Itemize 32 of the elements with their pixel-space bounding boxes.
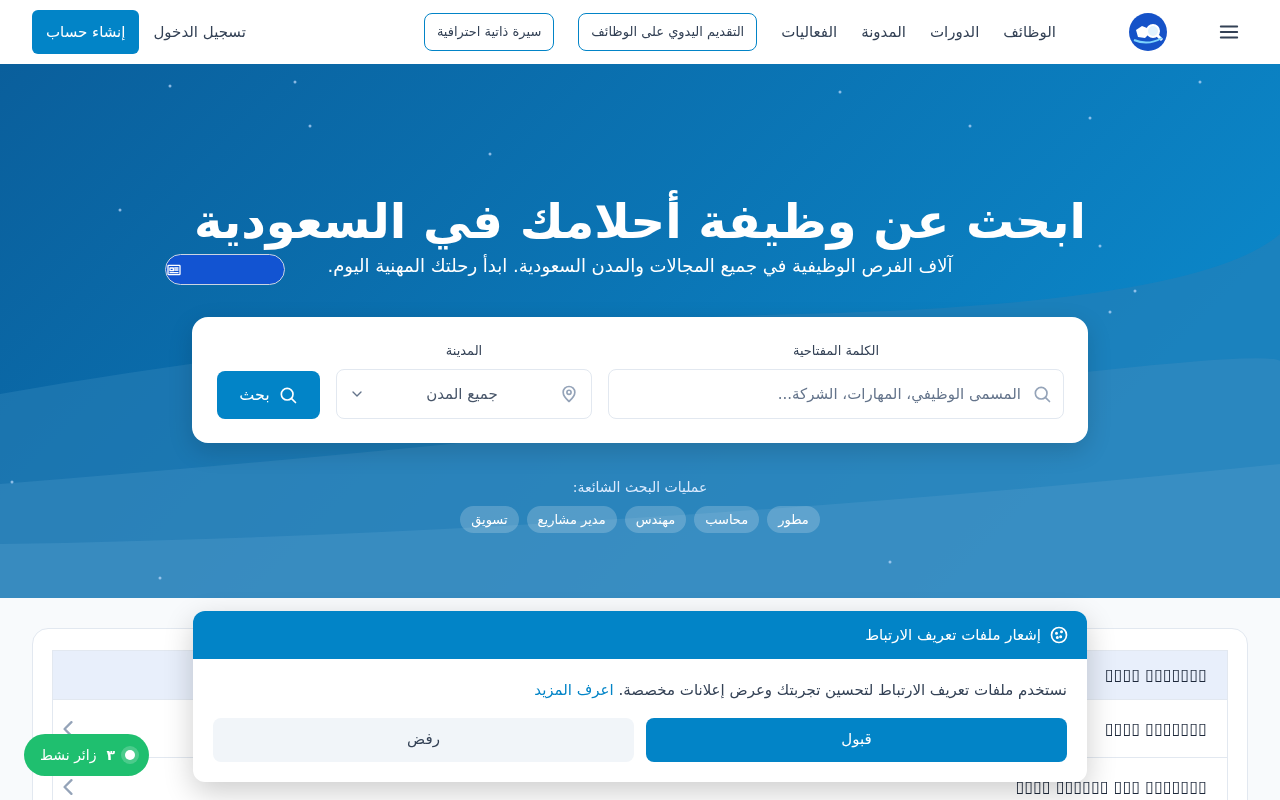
nav-button[interactable]: سيرة ذاتية احترافية [423,13,555,51]
chevron-left-icon [63,720,73,737]
reject-button[interactable]: رفض [213,717,634,762]
cookie-message: نستخدم ملفات تعريف الارتباط لتحسين تجربتك وعرض إعلانات مخصصة. اعرف المزيد [533,680,1067,701]
row-title: ▯▯▯▯▯▯▯ ▯▯▯ ▯▯▯▯▯▯ ▯▯▯▯ [1015,775,1207,798]
nav-link[interactable]: المدونة [861,20,906,44]
city-select[interactable]: جميع المدن [336,368,592,419]
nav-link[interactable]: الوظائف [1003,20,1056,44]
signup-button[interactable]: إنشاء حساب [32,10,140,54]
nav-button[interactable]: التقديم اليدوي على الوظائف [578,13,758,51]
accept-button[interactable]: قبول [646,717,1067,762]
location-pin-icon [559,383,579,404]
hero-subtitle: آلاف الفرص الوظيفية في جميع المجالات والمدن السعودية. ابدأ رحلتك المهنية اليوم. [327,253,953,279]
search-button[interactable]: بحث [217,370,320,419]
nav-link[interactable]: الدورات [929,20,980,44]
visitor-label: زائر نشط [40,745,97,766]
popular-searches-label: عمليات البحث الشائعة: [571,477,709,497]
keyword-label: الكلمة المفتاحية [791,342,881,361]
news-badge[interactable] [165,254,285,285]
visitor-count: ٣ [106,745,115,765]
city-label: المدينة [444,342,484,361]
logo-icon[interactable] [1128,12,1168,52]
dialog-title: إشعار ملفات تعريف الارتباط [865,624,1041,646]
row-title: ▯▯▯▯▯▯▯ ▯▯▯▯ [1105,717,1207,740]
learn-more-link[interactable]: اعرف المزيد [534,681,614,699]
login-link[interactable]: تسجيل الدخول [153,20,246,44]
hero-title: ابحث عن وظيفة أحلامك في السعودية [0,190,1280,253]
nav-link[interactable]: الفعاليات [781,20,838,44]
keyword-field[interactable]: المسمى الوظيفي، المهارات، الشركة... [608,368,1064,419]
cookie-icon [1049,625,1069,645]
chevron-left-icon [63,778,73,795]
status-dot [124,750,135,760]
